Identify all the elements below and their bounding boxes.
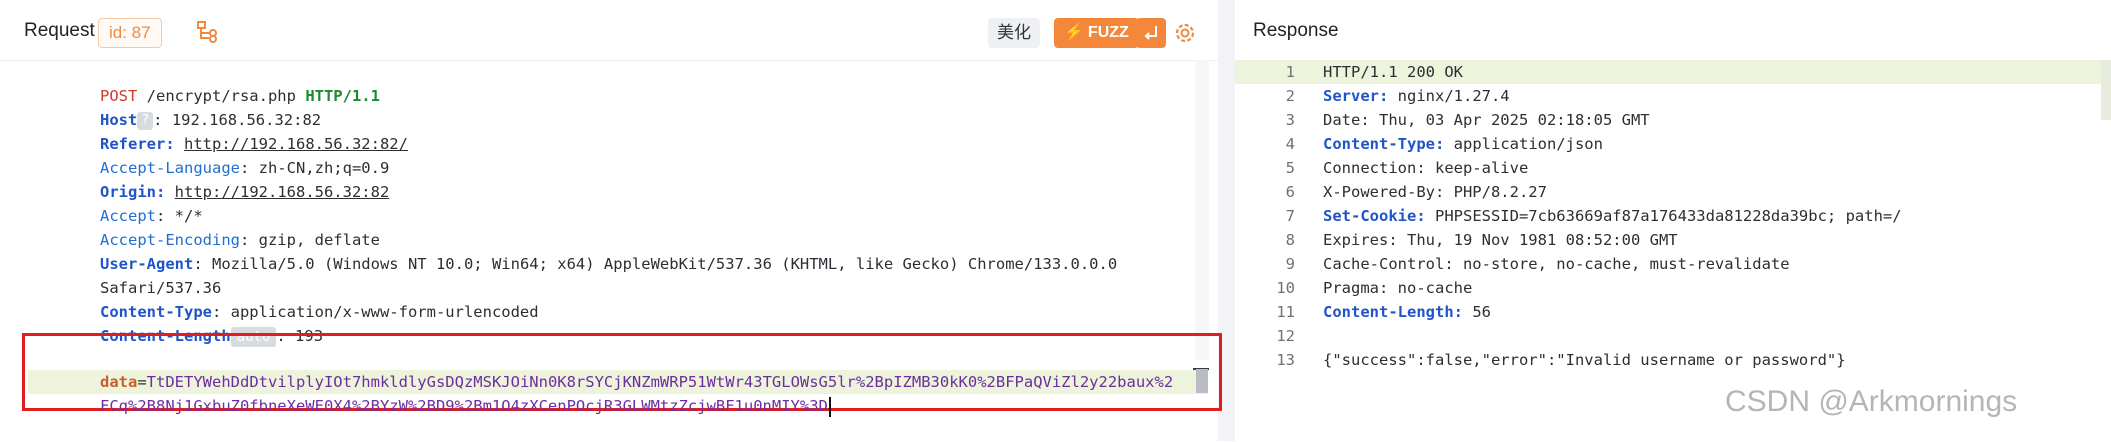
request-id-badge: id: 87	[98, 18, 162, 48]
request-header: Request id: 87 美化 ⚡ FUZZ	[0, 0, 1218, 61]
response-json: {"success":false,"error":"Invalid userna…	[1323, 351, 1846, 369]
fuzz-button[interactable]: ⚡ FUZZ	[1054, 18, 1139, 48]
response-line: Expires: Thu, 19 Nov 1981 08:52:00 GMT	[1323, 231, 1678, 249]
gear-icon[interactable]	[1172, 20, 1198, 46]
line-number: 7	[1285, 207, 1295, 225]
line-number: 5	[1285, 159, 1295, 177]
fuzz-label: FUZZ	[1087, 24, 1129, 41]
body-line: data=TtDETYWehDdDtvilplyIOt7hmkldlyGsDQz…	[100, 373, 1174, 391]
beautify-button[interactable]: 美化	[988, 18, 1040, 48]
response-line: X-Powered-By: PHP/8.2.27	[1323, 183, 1547, 201]
request-line: Content-Type: application/x-www-form-url…	[100, 303, 539, 321]
request-line: Accept-Language: zh-CN,zh;q=0.9	[100, 159, 390, 177]
response-title: Response	[1253, 20, 1339, 41]
response-scroll-edge[interactable]	[2101, 60, 2111, 120]
request-title: Request	[24, 20, 95, 41]
response-line: Connection: keep-alive	[1323, 159, 1529, 177]
response-line: Pragma: no-cache	[1323, 279, 1473, 297]
request-scroll-thumb[interactable]	[1196, 369, 1208, 393]
response-line: Cache-Control: no-store, no-cache, must-…	[1323, 255, 1790, 273]
line-number: 11	[1276, 303, 1295, 321]
wrap-lines-button[interactable]	[1136, 18, 1166, 48]
request-line: User-Agent: Mozilla/5.0 (Windows NT 10.0…	[100, 255, 1118, 273]
request-pane: Request id: 87 美化 ⚡ FUZZ POST /encrypt/rs…	[0, 0, 1222, 441]
request-line: Accept: */*	[100, 207, 203, 225]
response-header: Response	[1235, 0, 2111, 61]
line-number: 8	[1285, 231, 1295, 249]
wrap-icon	[1144, 26, 1157, 40]
response-line: Server: nginx/1.27.4	[1323, 87, 1510, 105]
request-line: POST /encrypt/rsa.php HTTP/1.1	[100, 87, 380, 105]
line-number: 4	[1285, 135, 1295, 153]
response-line: HTTP/1.1 200 OK	[1323, 63, 1463, 81]
lightning-icon: ⚡	[1064, 24, 1084, 41]
text-caret	[828, 396, 831, 417]
watermark: CSDN @Arkmornings	[1725, 385, 2018, 418]
request-scrollbar[interactable]	[1195, 60, 1209, 360]
request-line: Content-Length auto: 193	[100, 326, 324, 347]
tree-structure-icon[interactable]	[196, 20, 220, 44]
line-number: 10	[1276, 279, 1295, 297]
response-line: Date: Thu, 03 Apr 2025 02:18:05 GMT	[1323, 111, 1650, 129]
line-number: 13	[1276, 351, 1295, 369]
request-line: Host?: 192.168.56.32:82	[100, 111, 322, 130]
line-number: 1	[1285, 63, 1295, 81]
request-line: Origin: http://192.168.56.32:82	[100, 183, 390, 201]
response-line: Content-Length: 56	[1323, 303, 1491, 321]
request-line: Safari/537.36	[100, 279, 222, 297]
line-number: 12	[1276, 327, 1295, 345]
response-pane: Response 1 2 3 4 5 6 7 8 9 10 11 12 13 H…	[1235, 0, 2111, 441]
origin-link[interactable]: http://192.168.56.32:82	[175, 183, 390, 201]
line-number: 6	[1285, 183, 1295, 201]
response-line: Content-Type: application/json	[1323, 135, 1603, 153]
line-number: 2	[1285, 87, 1295, 105]
request-line: Referer: http://192.168.56.32:82/	[100, 135, 408, 153]
line-number: 3	[1285, 111, 1295, 129]
line-number: 9	[1285, 255, 1295, 273]
body-line: FCq%2B8Nj1GxbuZ0fbneXeWE0X4%2BYzW%2BD9%2…	[44, 370, 831, 417]
response-line: Set-Cookie: PHPSESSID=7cb63669af87a17643…	[1323, 207, 1902, 225]
request-line: Accept-Encoding: gzip, deflate	[100, 231, 380, 249]
